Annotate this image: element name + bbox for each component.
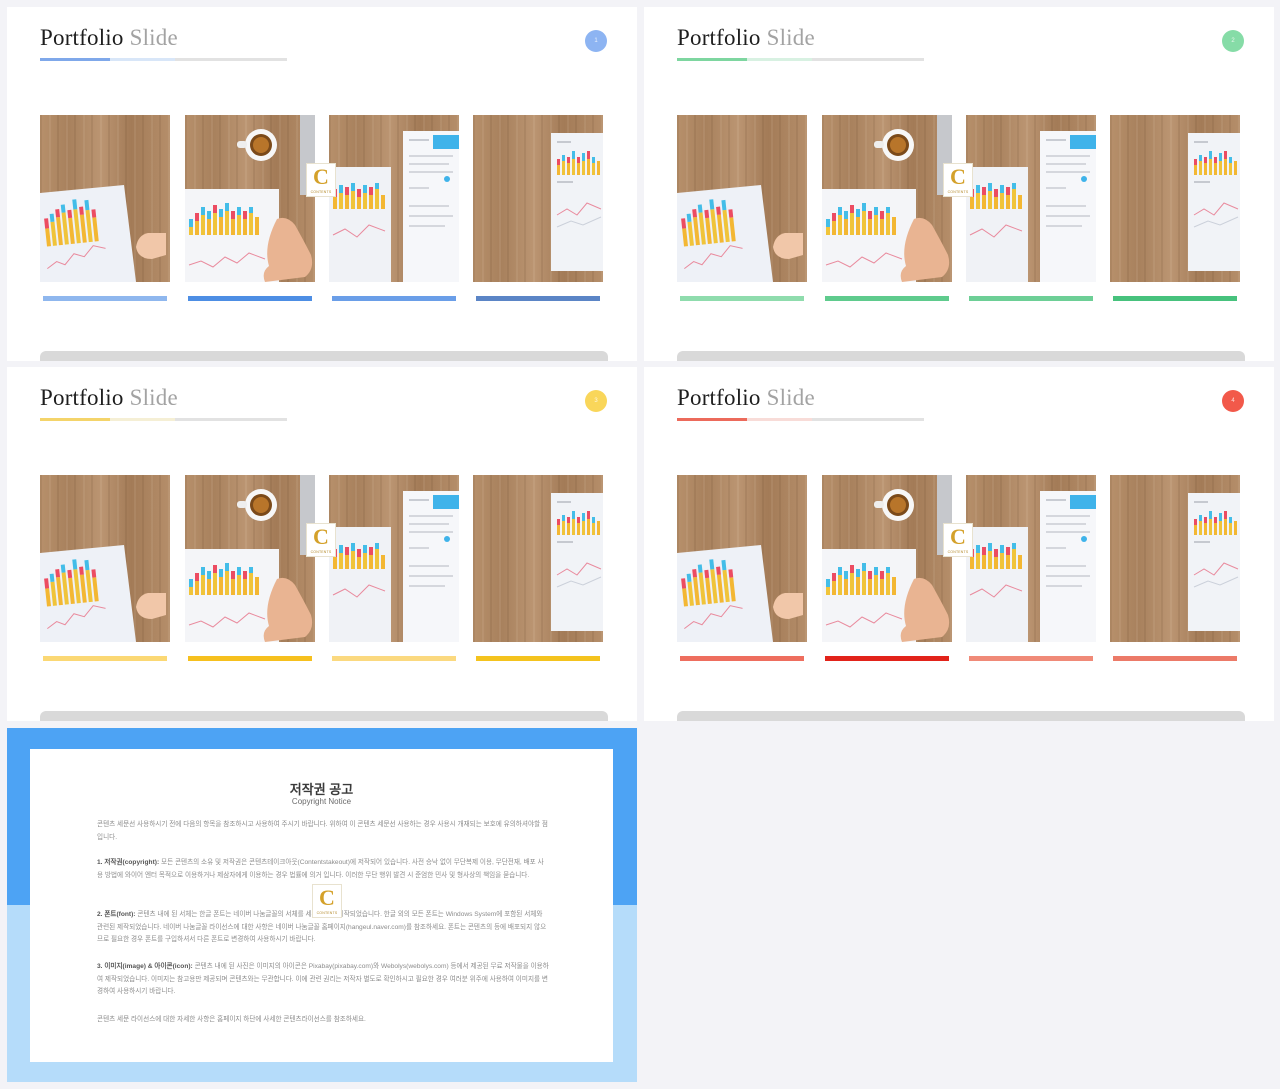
slide-title: Portfolio Slide <box>677 25 815 50</box>
caption-bar <box>332 296 456 301</box>
title-underline <box>40 418 287 421</box>
caption-bar <box>188 656 312 661</box>
contents-logo: C CONTENTS <box>943 163 973 197</box>
caption-bar <box>825 656 949 661</box>
portfolio-image-3 <box>329 115 459 282</box>
accent-dot: 1 <box>585 30 607 52</box>
portfolio-image-4 <box>473 475 603 642</box>
accent-dot: 4 <box>1222 390 1244 412</box>
caption-bar <box>43 296 167 301</box>
portfolio-image-4 <box>1110 115 1240 282</box>
copyright-title: 저작권 공고 <box>289 782 354 797</box>
slide-footer-strip <box>677 711 1245 721</box>
caption-bar <box>680 656 804 661</box>
contents-logo: C CONTENTS <box>943 523 973 557</box>
portfolio-image-1 <box>677 115 807 282</box>
copyright-section-1: 1. 저작권(copyright): 모든 콘텐츠의 소유 및 저작권은 콘텐츠… <box>97 859 544 879</box>
copyright-intro: 콘텐츠 세문선 사용하시기 전에 다음의 항목을 참조하시고 사용하여 주시기 … <box>97 821 548 841</box>
portfolio-image-2 <box>822 475 952 642</box>
copyright-slide[interactable]: 저작권 공고 Copyright Notice 콘텐츠 세문선 사용하시기 전에… <box>7 728 637 1082</box>
caption-bar <box>1113 656 1237 661</box>
copyright-section-3: 3. 이미지(image) & 아이콘(icon): 콘텐츠 내에 된 사진은 … <box>97 963 549 995</box>
portfolio-image-3 <box>966 475 1096 642</box>
accent-dot: 2 <box>1222 30 1244 52</box>
contents-logo: C CONTENTS <box>306 163 336 197</box>
slide-title: Portfolio Slide <box>677 385 815 410</box>
portfolio-image-4 <box>1110 475 1240 642</box>
slide-footer-strip <box>677 351 1245 361</box>
title-underline <box>677 418 924 421</box>
caption-bar <box>969 656 1093 661</box>
portfolio-image-3 <box>329 475 459 642</box>
caption-bar <box>332 656 456 661</box>
copyright-footer: 콘텐츠 세문 라이선스에 대한 자세한 사항은 홈페이지 하단에 사세한 콘텐츠… <box>97 1016 366 1023</box>
caption-bar <box>1113 296 1237 301</box>
caption-bar <box>969 296 1093 301</box>
portfolio-image-2 <box>822 115 952 282</box>
caption-bar <box>680 296 804 301</box>
caption-bar <box>43 656 167 661</box>
portfolio-image-2 <box>185 115 315 282</box>
slide-footer-strip <box>40 351 608 361</box>
title-underline <box>40 58 287 61</box>
caption-bar <box>476 656 600 661</box>
portfolio-image-4 <box>473 115 603 282</box>
slide-footer-strip <box>40 711 608 721</box>
copyright-subtitle: Copyright Notice <box>291 797 352 806</box>
portfolio-image-2 <box>185 475 315 642</box>
portfolio-image-1 <box>677 475 807 642</box>
caption-bar <box>825 296 949 301</box>
contents-logo: C CONTENTS <box>306 523 336 557</box>
caption-bar <box>476 296 600 301</box>
contents-logo: C CONTENTS <box>312 884 342 918</box>
portfolio-image-3 <box>966 115 1096 282</box>
caption-bar <box>188 296 312 301</box>
copyright-paper: 저작권 공고 Copyright Notice 콘텐츠 세문선 사용하시기 전에… <box>30 749 613 1062</box>
portfolio-image-1 <box>40 475 170 642</box>
slide-title: Portfolio Slide <box>40 385 178 410</box>
accent-dot: 3 <box>585 390 607 412</box>
title-underline <box>677 58 924 61</box>
portfolio-image-1 <box>40 115 170 282</box>
slide-title: Portfolio Slide <box>40 25 178 50</box>
